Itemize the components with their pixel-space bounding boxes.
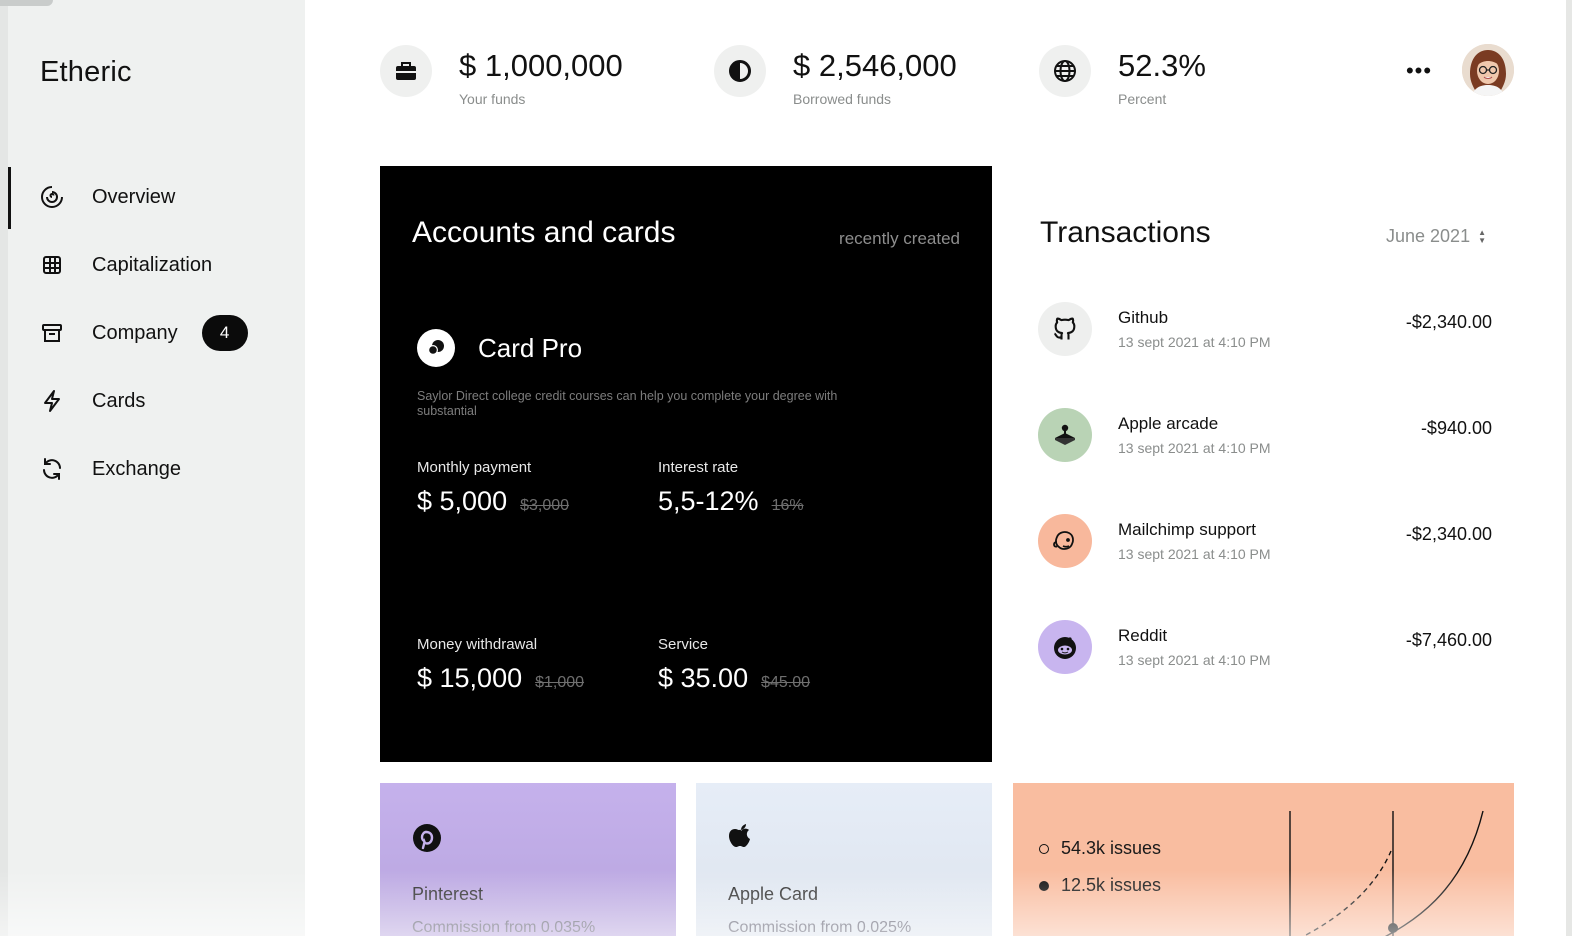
transaction-row-apple-arcade[interactable]: Apple arcade 13 sept 2021 at 4:10 PM -$9… bbox=[1038, 408, 1492, 462]
user-avatar[interactable] bbox=[1462, 44, 1514, 96]
brand-logo: Etheric bbox=[40, 56, 132, 88]
transaction-name: Reddit bbox=[1118, 626, 1168, 645]
tile-name: Apple Card bbox=[728, 884, 819, 904]
transaction-row-mailchimp[interactable]: Mailchimp support 13 sept 2021 at 4:10 P… bbox=[1038, 514, 1492, 568]
sidebar-item-capitalization[interactable]: Capitalization bbox=[8, 231, 305, 299]
metric-label: Interest rate bbox=[658, 459, 739, 476]
pie-chart-icon bbox=[714, 45, 766, 97]
window-edge bbox=[0, 0, 8, 936]
stat-label: Borrowed funds bbox=[793, 91, 892, 108]
metric-service: Service $ 35.00 $45.00 bbox=[658, 636, 810, 694]
solid-series-line bbox=[1384, 810, 1484, 936]
issues-tile: 54.3k issues 12.5k issues bbox=[1013, 783, 1514, 936]
sidebar-item-label: Exchange bbox=[92, 457, 181, 480]
sort-arrows-icon: ▲ ▼ bbox=[1478, 227, 1486, 245]
grid-chip-icon bbox=[40, 253, 64, 277]
card-description: Saylor Direct college credit courses can… bbox=[417, 389, 838, 418]
metric-old-value: $3,000 bbox=[520, 497, 570, 514]
stat-percent: 52.3% Percent bbox=[1039, 45, 1206, 107]
metric-interest-rate: Interest rate 5,5-12% 16% bbox=[658, 459, 804, 517]
transaction-row-github[interactable]: Github 13 sept 2021 at 4:10 PM -$2,340.0… bbox=[1038, 302, 1492, 356]
metric-money-withdrawal: Money withdrawal $ 15,000 $1,000 bbox=[417, 636, 584, 694]
stat-value: $ 1,000,000 bbox=[459, 48, 623, 83]
globe-icon bbox=[1039, 45, 1091, 97]
stat-label: Your funds bbox=[459, 91, 526, 108]
transaction-amount: -$2,340.00 bbox=[1405, 524, 1492, 544]
stat-borrowed-funds: $ 2,546,000 Borrowed funds bbox=[714, 45, 957, 107]
spiral-icon bbox=[40, 185, 64, 209]
pinterest-tile[interactable]: Pinterest Commission from 0.035% bbox=[380, 783, 676, 936]
metric-value: $ 15,000 bbox=[417, 663, 523, 693]
issues-sparkline bbox=[1289, 810, 1484, 936]
tile-commission: Commission from 0.025% bbox=[728, 919, 912, 936]
apple-card-tile[interactable]: Apple Card Commission from 0.025% bbox=[696, 783, 992, 936]
metric-label: Service bbox=[658, 636, 709, 653]
sidebar-item-label: Cards bbox=[92, 389, 146, 412]
tile-commission: Commission from 0.035% bbox=[412, 919, 596, 936]
card-logo-icon bbox=[417, 329, 455, 367]
metric-value: $ 5,000 bbox=[417, 486, 508, 516]
dashed-series-line bbox=[1302, 850, 1392, 936]
transactions-title: Transactions bbox=[1040, 216, 1211, 249]
apple-icon bbox=[728, 823, 754, 856]
github-icon bbox=[1038, 302, 1092, 356]
sidebar-item-overview[interactable]: Overview bbox=[8, 163, 305, 231]
transaction-amount: -$2,340.00 bbox=[1405, 312, 1492, 332]
stat-value: $ 2,546,000 bbox=[793, 48, 957, 83]
metric-monthly-payment: Monthly payment $ 5,000 $3,000 bbox=[417, 459, 569, 517]
transaction-name: Apple arcade bbox=[1118, 414, 1219, 433]
metric-old-value: $45.00 bbox=[761, 674, 811, 691]
stat-your-funds: $ 1,000,000 Your funds bbox=[380, 45, 623, 107]
reddit-icon bbox=[1038, 620, 1092, 674]
metric-value: 5,5-12% bbox=[658, 486, 759, 516]
archive-box-icon bbox=[40, 321, 64, 345]
transaction-date: 13 sept 2021 at 4:10 PM bbox=[1118, 652, 1271, 668]
sidebar-item-label: Overview bbox=[92, 185, 176, 208]
transaction-date: 13 sept 2021 at 4:10 PM bbox=[1118, 440, 1271, 456]
sidebar-item-exchange[interactable]: Exchange bbox=[8, 435, 305, 503]
tile-name: Pinterest bbox=[412, 884, 484, 904]
transaction-row-reddit[interactable]: Reddit 13 sept 2021 at 4:10 PM -$7,460.0… bbox=[1038, 620, 1492, 674]
metric-label: Monthly payment bbox=[417, 459, 532, 476]
month-selector[interactable]: June 2021 ▲ ▼ bbox=[1386, 226, 1486, 247]
pinterest-icon bbox=[412, 823, 442, 858]
transaction-name: Github bbox=[1118, 308, 1169, 327]
sidebar-item-company[interactable]: Company 4 bbox=[8, 299, 305, 367]
arcade-joystick-icon bbox=[1038, 408, 1092, 462]
sidebar-nav: Overview Capitalization Company 4 Cards bbox=[8, 163, 305, 503]
sidebar-item-label: Capitalization bbox=[92, 253, 213, 276]
sidebar-item-cards[interactable]: Cards bbox=[8, 367, 305, 435]
marker-point bbox=[1388, 923, 1398, 933]
sidebar-item-label: Company bbox=[92, 321, 178, 344]
card-name: Card Pro bbox=[478, 332, 583, 363]
sidebar: Etheric Overview Capitalization Company … bbox=[0, 0, 305, 936]
transaction-amount: -$940.00 bbox=[1420, 418, 1492, 438]
recently-created-filter[interactable]: recently created bbox=[839, 229, 960, 249]
lightning-icon bbox=[40, 389, 64, 413]
transaction-name: Mailchimp support bbox=[1118, 520, 1256, 539]
stat-label: Percent bbox=[1118, 91, 1167, 108]
accounts-cards-panel: Accounts and cards recently created Card… bbox=[380, 166, 992, 762]
card-pro-header[interactable]: Card Pro bbox=[417, 329, 582, 367]
mailchimp-icon bbox=[1038, 514, 1092, 568]
transaction-date: 13 sept 2021 at 4:10 PM bbox=[1118, 546, 1271, 562]
panel-title: Accounts and cards bbox=[412, 216, 676, 249]
metric-label: Money withdrawal bbox=[417, 636, 538, 653]
transaction-amount: -$7,460.00 bbox=[1405, 630, 1492, 650]
metric-old-value: $1,000 bbox=[535, 674, 585, 691]
more-options-button[interactable]: ••• bbox=[1406, 58, 1432, 84]
transaction-date: 13 sept 2021 at 4:10 PM bbox=[1118, 334, 1271, 350]
window-edge-right bbox=[1566, 0, 1572, 936]
notification-badge: 4 bbox=[201, 315, 248, 351]
metric-old-value: 16% bbox=[771, 497, 804, 514]
briefcase-icon bbox=[380, 45, 432, 97]
window-handle bbox=[0, 0, 53, 6]
metric-value: $ 35.00 bbox=[658, 663, 749, 693]
stat-value: 52.3% bbox=[1118, 48, 1206, 83]
month-value: June 2021 bbox=[1386, 226, 1471, 246]
refresh-icon bbox=[40, 457, 64, 481]
